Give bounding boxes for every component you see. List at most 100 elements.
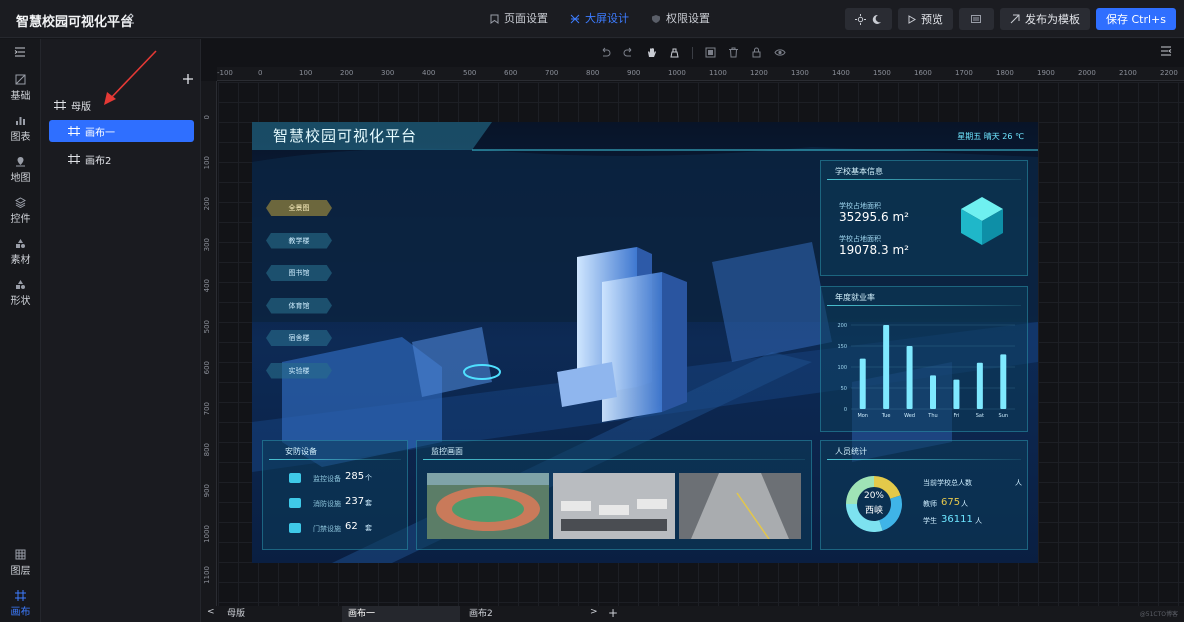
ruler-tick-label: 500 [203, 320, 211, 334]
building-nav-button[interactable]: 宿舍楼 [266, 330, 332, 346]
building-nav-button[interactable]: 图书馆 [266, 265, 332, 281]
total-label: 当前学校总人数 [923, 479, 972, 487]
sidebar-item-layer[interactable]: 图层 [0, 549, 41, 577]
bottom-tab-canvas-1[interactable]: 画布一 [342, 606, 460, 622]
save-label: 保存 Ctrl+s [1105, 13, 1166, 26]
tab-screen-design[interactable]: 大屏设计 [570, 0, 629, 38]
tab-label: 母版 [227, 609, 246, 619]
bottom-tab-master[interactable]: 母版 [221, 606, 341, 622]
building-nav-button[interactable]: 全景图 [266, 200, 332, 216]
clear-icon[interactable] [669, 47, 680, 58]
panel-divider [827, 179, 1021, 180]
student-label: 学生 [923, 517, 937, 525]
security-unit: 套 [365, 499, 372, 507]
ruler-tick-label: 300 [203, 238, 211, 252]
top-bar: 智慧校园可视化平台 页面设置 大屏设计 权限设置 预览 发布为模板 保存 Ctr… [0, 0, 1184, 38]
canvas-list-panel: 母版 画布一 画布2 [41, 39, 201, 622]
next-tab-icon[interactable]: > [590, 607, 598, 617]
ruler-tick-label: 1300 [791, 69, 809, 77]
sidebar-item-shape[interactable]: 形状 [0, 279, 41, 307]
add-tab-icon[interactable]: + [608, 606, 618, 620]
edit-icon[interactable] [123, 12, 135, 24]
bottom-tab-canvas-2[interactable]: 画布2 [463, 606, 583, 622]
tab-page-settings[interactable]: 页面设置 [490, 0, 548, 38]
save-button[interactable]: 保存 Ctrl+s [1095, 8, 1176, 30]
publish-template-button[interactable]: 发布为模板 [999, 8, 1090, 30]
layer-canvas-1[interactable]: 画布一 [49, 120, 194, 142]
layer-master[interactable]: 母版 [49, 94, 194, 116]
x-tick-label: Wed [904, 413, 915, 419]
add-canvas-icon[interactable] [183, 74, 193, 84]
component-sidebar: 基础 图表 地图 控件 素材 形状 图层 画布 [0, 39, 41, 622]
ruler-tick-label: 1100 [203, 566, 211, 584]
ruler-tick-label: 1200 [750, 69, 768, 77]
ruler-tick-label: 200 [340, 69, 354, 77]
sidebar-label: 形状 [10, 296, 31, 307]
theme-toggle[interactable] [844, 8, 892, 30]
building-nav-button[interactable]: 实验楼 [266, 362, 332, 379]
panel-divider [827, 305, 1021, 306]
building-nav-button[interactable]: 体育馆 [266, 297, 332, 314]
collapse-menu-icon[interactable] [14, 47, 26, 57]
camera-feed-playground[interactable] [427, 473, 549, 539]
sidebar-item-map[interactable]: 地图 [0, 156, 41, 184]
ruler-tick-label: 2100 [1119, 69, 1137, 77]
prev-tab-icon[interactable]: < [207, 607, 215, 617]
security-panel: 安防设备 监控设备 285 个消防设施 237 套门禁设施 62 套 [262, 440, 408, 550]
moon-icon [872, 14, 881, 24]
sidebar-label: 图层 [10, 566, 31, 577]
sidebar-item-material[interactable]: 素材 [0, 238, 41, 266]
sidebar-item-widget[interactable]: 控件 [0, 197, 41, 225]
group-icon[interactable] [705, 47, 716, 58]
sidebar-item-chart[interactable]: 图表 [0, 115, 41, 143]
panel-divider [827, 459, 1021, 460]
tab-label: 大屏设计 [585, 12, 629, 25]
ruler-tick-label: 700 [545, 69, 559, 77]
watermark: @51CTO博客 [1139, 611, 1178, 618]
sidebar-item-canvas[interactable]: 画布 [0, 590, 41, 618]
layer-label: 母版 [71, 101, 91, 113]
ruler-tick-label: 1000 [668, 69, 686, 77]
security-unit: 个 [365, 474, 372, 482]
ruler-tick-label: 900 [627, 69, 641, 77]
send-icon [1010, 14, 1020, 24]
donut-percent: 20% [863, 491, 884, 501]
sidebar-label: 地图 [10, 173, 31, 184]
sun-icon [854, 13, 866, 25]
panel-title: 安防设备 [285, 447, 317, 456]
preview-button[interactable]: 预览 [897, 8, 953, 30]
align-menu-icon[interactable] [1160, 46, 1172, 56]
ruler-tick-label: 1100 [709, 69, 727, 77]
security-value: 62 [345, 521, 358, 532]
teacher-unit: 人 [961, 500, 968, 508]
layout-button[interactable] [958, 8, 994, 30]
camera-feed-corridor[interactable] [679, 473, 801, 539]
shield-icon [652, 15, 660, 23]
undo-icon[interactable] [600, 47, 611, 58]
app-title: 智慧校园可视化平台 [16, 15, 134, 30]
lock-icon[interactable] [751, 47, 762, 58]
bar [953, 379, 960, 409]
dashboard-canvas[interactable]: 智慧校园可视化平台 星期五 晴天 26 ℃ 全景图 教学楼 图书馆 体育馆 宿舍楼 实验楼… [252, 122, 1038, 563]
canvas-tabs-bar: < 母版 画布一 画布2 > + @51CTO博客 [201, 606, 1184, 622]
ruler-tick-label: 600 [203, 361, 211, 375]
frame-icon [68, 126, 80, 136]
x-tick-label: Sat [976, 413, 984, 419]
security-device-icon [289, 473, 301, 483]
building-nav-button[interactable]: 教学楼 [266, 232, 332, 249]
camera-feed-cafeteria[interactable] [553, 473, 675, 539]
panel-title: 人员统计 [835, 447, 867, 456]
panel-title: 监控画面 [431, 447, 463, 456]
tab-permissions[interactable]: 权限设置 [651, 0, 710, 38]
ruler-tick-label: 600 [504, 69, 518, 77]
ruler-tick-label: 1000 [203, 525, 211, 543]
redo-icon[interactable] [623, 47, 634, 58]
layer-canvas-2[interactable]: 画布2 [49, 148, 194, 170]
hand-icon[interactable] [646, 47, 657, 58]
employment-panel: 年度就业率 0 50 100 150 200 Mon Tue Wed Thu Fri Sat Sun [820, 286, 1028, 432]
sidebar-item-basic[interactable]: 基础 [0, 74, 41, 102]
ruler-tick-label: 0 [258, 69, 263, 77]
eye-icon[interactable] [773, 47, 786, 58]
design-icon [570, 14, 580, 24]
delete-icon[interactable] [728, 47, 739, 58]
